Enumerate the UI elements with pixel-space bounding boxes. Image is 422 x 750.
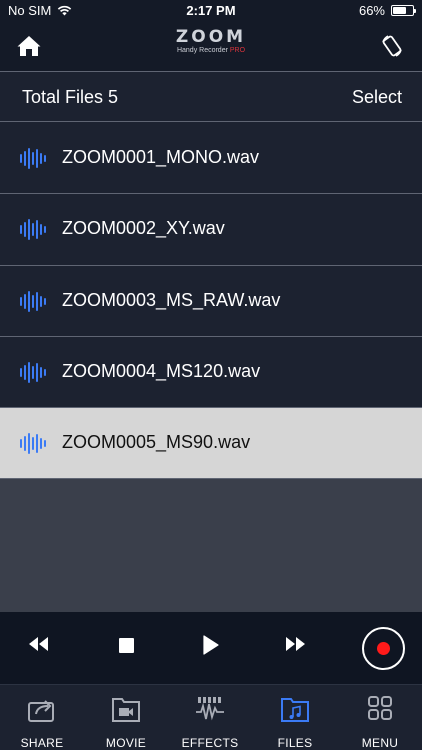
tab-files[interactable]: FILES [253,685,337,750]
file-name: ZOOM0004_MS120.wav [62,360,261,381]
play-icon[interactable] [203,635,219,655]
waveform-icon [20,361,46,383]
record-icon [377,642,390,655]
brand-subtitle-text: Handy Recorder [176,47,228,54]
tab-movie[interactable]: MOVIE [84,685,168,750]
file-name: ZOOM0002_XY.wav [62,218,225,239]
fast-forward-icon[interactable] [284,636,306,652]
file-row[interactable]: ZOOM0001_MONO.wav [0,123,422,195]
rewind-icon[interactable] [28,636,50,652]
battery-fill [393,7,406,14]
share-icon [28,700,54,722]
file-name: ZOOM0005_MS90.wav [62,432,251,453]
waveform-icon [20,148,46,169]
menu-icon [368,696,392,720]
file-row[interactable]: ZOOM0004_MS120.wav [0,336,422,409]
brand-pro: PRO [229,47,246,54]
status-bar: No SIM 2:17 PM 66% [0,0,422,22]
tab-menu[interactable]: MENU [338,685,422,750]
tab-bar: SHARE MOVIE EFFECTS FILES MENU [0,684,422,750]
tab-movie-label: MOVIE [105,736,147,750]
total-files-label: Total Files 5 [22,87,119,107]
file-list: ZOOM0001_MONO.wav ZOOM0002_XY.wav ZOOM0003… [0,123,422,480]
brand: ZOOM Handy Recorder PRO [0,28,422,54]
movie-icon [112,698,140,722]
stop-icon[interactable] [119,638,134,653]
rotate-lock-button[interactable] [380,33,404,59]
waveform-icon [20,219,46,241]
file-name: ZOOM0001_MONO.wav [62,147,260,167]
empty-list-area [0,479,422,612]
waveform-icon [20,290,46,312]
tab-effects-label: EFFECTS [181,736,239,750]
tab-share-label: SHARE [20,736,64,750]
top-bar: ZOOM Handy Recorder PRO [0,22,422,72]
tab-menu-label: MENU [361,736,399,750]
file-row[interactable]: ZOOM0002_XY.wav [0,194,422,266]
file-row[interactable]: ZOOM0003_MS_RAW.wav [0,265,422,337]
select-button[interactable]: Select [352,87,402,108]
waveform-icon [20,433,46,455]
rotate-lock-icon [382,35,402,57]
tab-effects[interactable]: EFFECTS [168,685,252,750]
file-name: ZOOM0003_MS_RAW.wav [62,289,281,310]
tab-files-label: FILES [277,736,313,750]
file-row[interactable]: ZOOM0005_MS90.wav [0,408,422,480]
brand-subtitle: Handy Recorder PRO [0,47,422,54]
status-right: 66% [358,3,416,18]
effects-icon [196,697,224,721]
tab-share[interactable]: SHARE [0,685,84,750]
transport-bar [0,612,422,684]
files-icon [281,698,309,722]
battery-percent: 66% [358,3,385,18]
files-header: Total Files 5 Select [0,73,422,122]
zoom-logo: ZOOM [175,27,247,47]
battery-icon [391,5,416,16]
record-button[interactable] [362,627,405,670]
